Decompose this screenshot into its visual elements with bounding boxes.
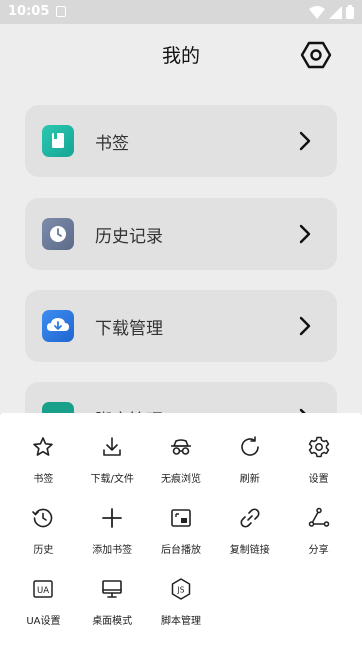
- menu-item-settings[interactable]: 设置: [284, 431, 353, 485]
- menu-item-bookmark[interactable]: 书签: [9, 431, 78, 485]
- menu-item-downloads[interactable]: 下载/文件: [78, 431, 147, 485]
- settings-button[interactable]: [300, 39, 332, 71]
- download-icon: [103, 437, 121, 456]
- menu-item-label: 后台播放: [160, 545, 201, 556]
- menu-item-label: 设置: [308, 474, 329, 485]
- incognito-icon: [170, 439, 191, 455]
- desktop-icon: [102, 580, 122, 598]
- js-icon: JS: [171, 578, 191, 600]
- menu-item-history[interactable]: 历史: [9, 502, 78, 556]
- menu-item-desktop-mode[interactable]: 桌面模式: [78, 573, 147, 627]
- menu-item-script-manager[interactable]: JS 脚本管理: [147, 573, 216, 627]
- menu-item-label: 刷新: [239, 474, 260, 485]
- card-downloads[interactable]: 下载管理: [25, 290, 337, 362]
- card-bookmarks[interactable]: 书签: [25, 105, 337, 177]
- card-label: 下载管理: [95, 319, 163, 339]
- signal-icon: [329, 5, 342, 19]
- cloud-download-app-icon: [42, 310, 74, 342]
- menu-item-label: 复制链接: [229, 545, 270, 556]
- card-label: 历史记录: [95, 227, 163, 247]
- notification-icon: [56, 6, 66, 17]
- plus-icon: [102, 508, 123, 528]
- bookmark-app-icon: [42, 125, 74, 157]
- ua-icon: UA: [33, 580, 54, 598]
- hexagon-settings-icon: [300, 41, 332, 69]
- header: 我的: [0, 24, 362, 84]
- menu-grid: 书签 下载/文件 无痕浏览 刷新 设置 历史 添加书签 后台播放 复制链接 分享…: [9, 431, 353, 627]
- pip-icon: [171, 509, 191, 527]
- star-icon: [33, 437, 54, 456]
- clock-app-icon: [42, 218, 74, 250]
- refresh-icon: [241, 436, 259, 456]
- menu-item-copy-link[interactable]: 复制链接: [215, 502, 284, 556]
- menu-item-label: 添加书签: [92, 545, 133, 556]
- bottom-sheet-menu: 书签 下载/文件 无痕浏览 刷新 设置 历史 添加书签 后台播放 复制链接 分享…: [0, 413, 362, 645]
- menu-item-refresh[interactable]: 刷新: [215, 431, 284, 485]
- menu-item-label: 历史: [33, 545, 54, 556]
- card-label: 书签: [95, 134, 129, 154]
- history-icon: [32, 508, 53, 528]
- menu-item-share[interactable]: 分享: [284, 502, 353, 556]
- menu-item-label: 脚本管理: [160, 616, 201, 627]
- menu-item-ua-settings[interactable]: UA UA设置: [9, 573, 78, 627]
- gear-icon: [308, 436, 329, 458]
- link-icon: [240, 508, 260, 528]
- menu-item-add-bookmark[interactable]: 添加书签: [78, 502, 147, 556]
- chevron-right-icon: [299, 224, 311, 244]
- menu-item-background-play[interactable]: 后台播放: [147, 502, 216, 556]
- menu-item-incognito[interactable]: 无痕浏览: [147, 431, 216, 485]
- share-icon: [308, 507, 329, 527]
- menu-item-label: 书签: [33, 474, 54, 485]
- chevron-right-icon: [299, 316, 311, 336]
- menu-item-label: UA设置: [26, 616, 61, 627]
- menu-item-label: 分享: [308, 545, 329, 556]
- svg-text:UA: UA: [37, 586, 49, 596]
- battery-icon: [346, 5, 354, 19]
- card-history[interactable]: 历史记录: [25, 198, 337, 270]
- menu-item-label: 下载/文件: [90, 474, 134, 485]
- menu-item-label: 无痕浏览: [160, 474, 201, 485]
- status-icons: [309, 5, 354, 19]
- status-bar: 10:05: [0, 0, 362, 24]
- menu-item-label: 桌面模式: [92, 616, 133, 627]
- wifi-icon: [309, 5, 325, 19]
- svg-text:JS: JS: [176, 586, 184, 595]
- status-time: 10:05: [8, 4, 50, 19]
- chevron-right-icon: [299, 131, 311, 151]
